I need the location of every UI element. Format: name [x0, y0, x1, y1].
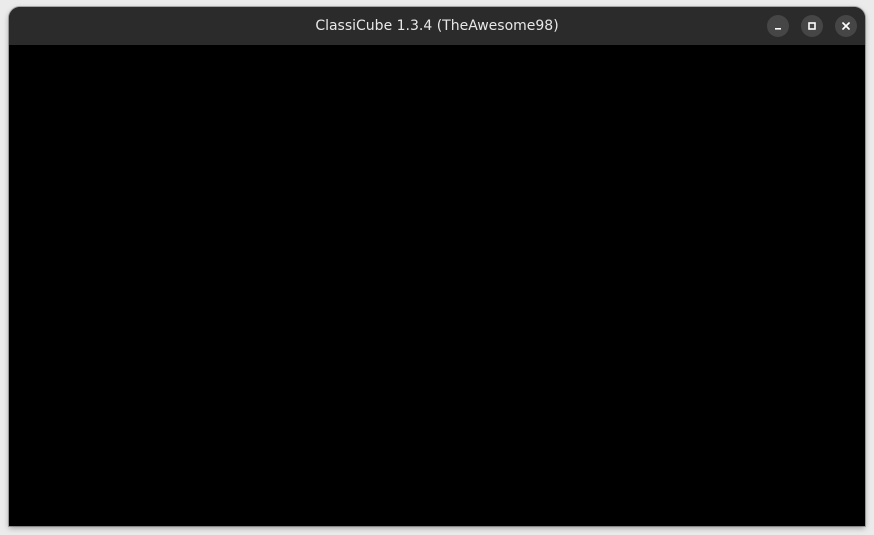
window-title: ClassiCube 1.3.4 (TheAwesome98)	[315, 18, 559, 34]
app-window: ClassiCube 1.3.4 (TheAwesome98)	[9, 7, 865, 526]
close-icon	[842, 22, 850, 30]
minimize-button[interactable]	[767, 15, 789, 37]
minimize-icon	[775, 28, 781, 30]
maximize-button[interactable]	[801, 15, 823, 37]
window-controls	[767, 15, 857, 37]
game-viewport[interactable]	[9, 45, 865, 526]
maximize-icon	[808, 22, 816, 30]
title-bar[interactable]: ClassiCube 1.3.4 (TheAwesome98)	[9, 7, 865, 45]
close-button[interactable]	[835, 15, 857, 37]
